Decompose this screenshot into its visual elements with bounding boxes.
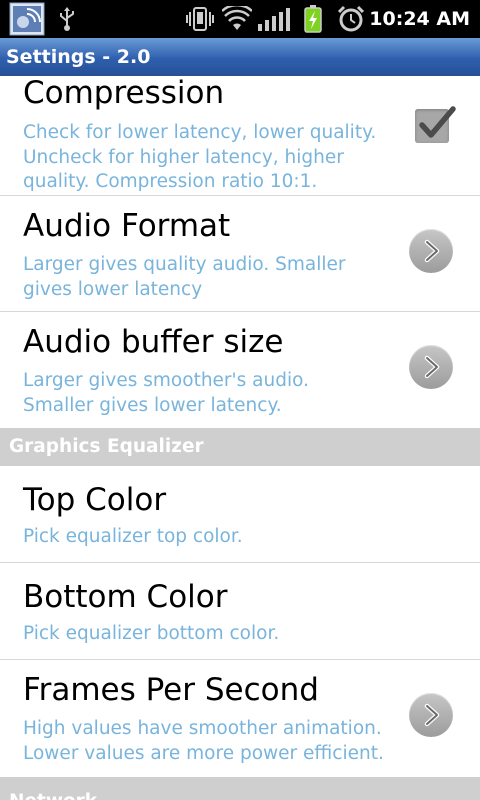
chevron-right-icon[interactable]	[409, 229, 453, 273]
chevron-right-icon[interactable]	[409, 693, 453, 737]
category-header: Graphics Equalizer	[0, 428, 480, 466]
status-time: 10:24 AM	[369, 8, 470, 30]
wifi-icon	[222, 0, 252, 38]
title-bar: Settings - 2.0	[0, 38, 480, 76]
battery-charging-icon	[302, 0, 324, 38]
pref-top-color[interactable]: Top Color Pick equalizer top color.	[0, 466, 480, 563]
pref-bottom-color[interactable]: Bottom Color Pick equalizer bottom color…	[0, 563, 480, 660]
app-notification-icon[interactable]	[8, 0, 46, 38]
pref-audio-buffer-size[interactable]: Audio buffer size Larger gives smoother'…	[0, 312, 480, 428]
compression-checkbox[interactable]	[415, 106, 456, 143]
category-label: Graphics Equalizer	[9, 436, 204, 457]
chevron-right-icon[interactable]	[409, 345, 453, 389]
pref-summary: Pick equalizer bottom color.	[23, 623, 280, 644]
pref-audio-format[interactable]: Audio Format Larger gives quality audio.…	[0, 196, 480, 312]
pref-title: Compression	[23, 76, 225, 111]
pref-title: Audio Format	[23, 208, 231, 244]
preference-list[interactable]: Compression Check for lower latency, low…	[0, 76, 480, 800]
pref-frames-per-second[interactable]: Frames Per Second High values have smoot…	[0, 660, 480, 777]
status-bar: 10:24 AM	[0, 0, 480, 38]
pref-title: Bottom Color	[23, 579, 228, 615]
usb-icon	[56, 0, 78, 38]
pref-summary: Larger gives quality audio. Smaller give…	[23, 254, 346, 300]
pref-title: Top Color	[23, 482, 167, 518]
pref-compression[interactable]: Compression Check for lower latency, low…	[0, 76, 480, 196]
pref-summary: High values have smoother animation. Low…	[23, 718, 384, 764]
pref-title: Audio buffer size	[23, 324, 284, 360]
category-header: Network	[0, 777, 480, 800]
pref-summary: Larger gives smoother's audio. Smaller g…	[23, 370, 309, 416]
pref-summary: Pick equalizer top color.	[23, 526, 243, 547]
pref-title: Frames Per Second	[23, 672, 319, 708]
pref-summary: Check for lower latency, lower quality. …	[23, 122, 377, 192]
signal-icon	[256, 0, 292, 38]
page-title: Settings - 2.0	[6, 46, 151, 68]
alarm-icon	[336, 0, 366, 38]
category-label: Network	[9, 783, 97, 800]
vibrate-icon	[184, 0, 216, 38]
